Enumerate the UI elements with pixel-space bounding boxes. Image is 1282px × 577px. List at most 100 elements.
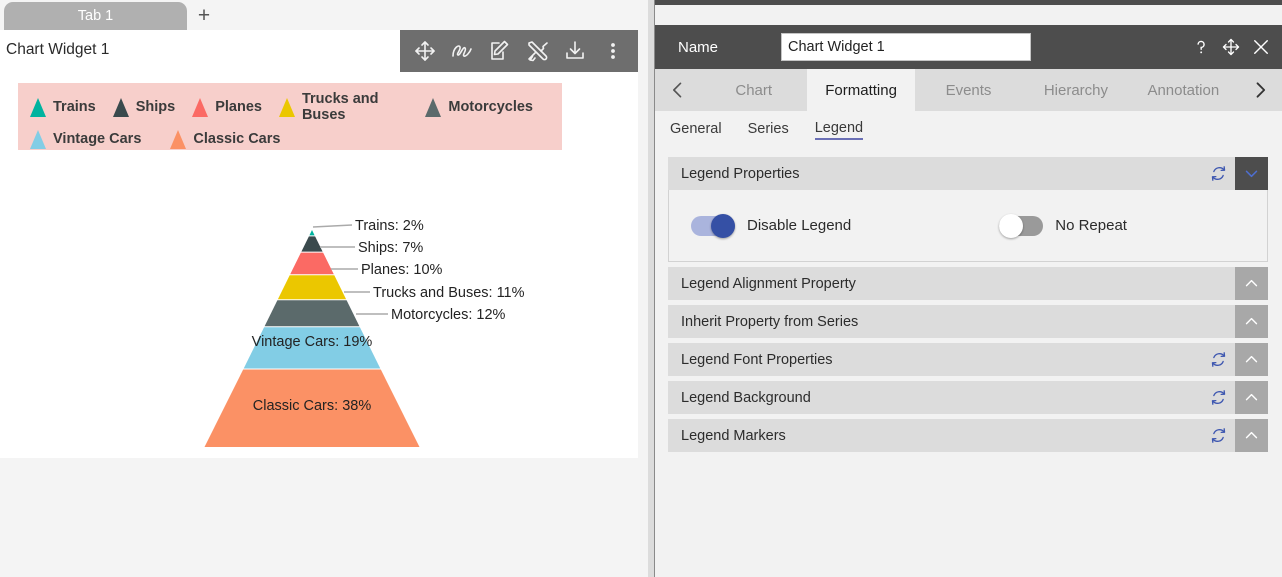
toggle-label: No Repeat bbox=[1055, 217, 1127, 234]
panel-tabs: Chart Formatting Events Hierarchy Annota… bbox=[655, 69, 1282, 111]
legend-row: Vintage Cars Classic Cars bbox=[30, 123, 550, 155]
chart-widget: Chart Widget 1 Trains Ships Planes Truck… bbox=[0, 30, 638, 458]
subtab-label: Legend bbox=[814, 120, 864, 136]
pyramid-slice-planes bbox=[290, 252, 334, 275]
legend-marker-icon bbox=[112, 97, 129, 117]
section-header-legend-font-properties[interactable]: Legend Font Properties bbox=[668, 343, 1268, 376]
section-actions bbox=[1201, 157, 1268, 190]
section-actions bbox=[1201, 419, 1268, 452]
refresh-icon[interactable] bbox=[1201, 157, 1235, 190]
tabs-prev-button[interactable] bbox=[655, 69, 700, 111]
slice-label-trains: Trains: 2% bbox=[355, 218, 424, 234]
section-header-legend-alignment-property[interactable]: Legend Alignment Property bbox=[668, 267, 1268, 300]
tab-formatting[interactable]: Formatting bbox=[807, 69, 915, 111]
toggle-knob bbox=[999, 213, 1024, 238]
subtab-series[interactable]: Series bbox=[748, 121, 789, 139]
section-actions bbox=[1201, 381, 1268, 414]
tab-label: Hierarchy bbox=[1043, 81, 1109, 99]
tab-label: Events bbox=[945, 81, 992, 99]
legend-item-label: Trucks and Buses bbox=[301, 91, 379, 123]
subtab-general[interactable]: General bbox=[670, 121, 722, 139]
tab-hierarchy[interactable]: Hierarchy bbox=[1022, 69, 1129, 111]
legend-item-ships[interactable]: Ships bbox=[112, 97, 176, 117]
subtab-label: General bbox=[670, 121, 722, 137]
tab-events[interactable]: Events bbox=[915, 69, 1022, 111]
section-header-legend-properties[interactable]: Legend Properties bbox=[668, 157, 1268, 190]
panel-top-bar bbox=[655, 0, 1282, 5]
more-vertical-icon[interactable] bbox=[598, 36, 628, 66]
section-header-legend-background[interactable]: Legend Background bbox=[668, 381, 1268, 414]
tab-label: Tab 1 bbox=[77, 8, 114, 24]
widget-title: Chart Widget 1 bbox=[6, 41, 110, 58]
widget-header: Chart Widget 1 bbox=[0, 30, 638, 72]
legend-item-classic-cars[interactable]: Classic Cars bbox=[170, 129, 281, 149]
slice-label-trucks-and-buses: Trucks and Buses: 11% bbox=[373, 285, 525, 301]
scribble-icon[interactable] bbox=[447, 36, 477, 66]
legend-item-label: Classic Cars bbox=[193, 131, 281, 147]
legend-item-trains[interactable]: Trains bbox=[30, 97, 96, 117]
legend-item-label: Planes bbox=[215, 99, 262, 115]
legend-item-motorcycles[interactable]: Motorcycles bbox=[425, 97, 533, 117]
pyramid-slice-motorcycles bbox=[264, 300, 360, 327]
edit-icon[interactable] bbox=[485, 36, 515, 66]
legend-item-trucks-and-buses[interactable]: Trucks and Buses bbox=[278, 91, 408, 123]
legend-marker-icon bbox=[192, 97, 209, 117]
tab-tab-1[interactable]: Tab 1 bbox=[4, 2, 187, 32]
section-header-legend-markers[interactable]: Legend Markers bbox=[668, 419, 1268, 452]
legend-marker-icon bbox=[425, 97, 442, 117]
move-icon[interactable] bbox=[410, 36, 440, 66]
expand-toggle-legend-font-properties[interactable] bbox=[1235, 343, 1268, 376]
move-icon[interactable] bbox=[1219, 36, 1242, 59]
legend-item-label: Motorcycles bbox=[448, 99, 533, 115]
tab-label: Chart bbox=[735, 81, 773, 99]
add-tab-button[interactable]: + bbox=[193, 4, 215, 26]
chart-legend: Trains Ships Planes Trucks and Buses Mot… bbox=[18, 83, 562, 150]
toggle-knob bbox=[711, 213, 735, 238]
pane-divider[interactable] bbox=[648, 0, 655, 577]
properties-panel: Name Chart Widget 1 Chart Formatting Eve… bbox=[655, 0, 1282, 577]
pyramid-chart[interactable]: Trains: 2% Ships: 7% Planes: 10% Trucks … bbox=[0, 180, 638, 458]
section-header-inherit-property-from-series[interactable]: Inherit Property from Series bbox=[668, 305, 1268, 338]
legend-item-label: Trains bbox=[53, 99, 96, 115]
collapse-toggle-legend-properties[interactable] bbox=[1235, 157, 1268, 190]
toggle-no-repeat[interactable] bbox=[999, 213, 1044, 238]
refresh-icon[interactable] bbox=[1201, 419, 1235, 452]
section-body-legend-properties: Disable Legend No Repeat bbox=[668, 190, 1268, 262]
section-title: Legend Alignment Property bbox=[681, 275, 856, 292]
close-icon[interactable] bbox=[1249, 36, 1272, 59]
legend-item-label: Ships bbox=[135, 99, 176, 115]
expand-toggle-legend-markers[interactable] bbox=[1235, 419, 1268, 452]
subtab-legend[interactable]: Legend bbox=[814, 120, 864, 140]
expand-toggle-inherit-property-from-series[interactable] bbox=[1235, 305, 1268, 338]
toggle-disable-legend[interactable] bbox=[691, 213, 735, 238]
refresh-icon[interactable] bbox=[1201, 343, 1235, 376]
tools-icon[interactable] bbox=[523, 36, 553, 66]
expand-toggle-legend-alignment-property[interactable] bbox=[1235, 267, 1268, 300]
legend-item-vintage-cars[interactable]: Vintage Cars bbox=[30, 129, 141, 149]
tab-annotation[interactable]: Annotation bbox=[1130, 69, 1237, 111]
tabs-next-button[interactable] bbox=[1237, 69, 1282, 111]
leader-line bbox=[312, 224, 353, 228]
section-title: Inherit Property from Series bbox=[681, 313, 859, 330]
refresh-icon[interactable] bbox=[1201, 381, 1235, 414]
expand-toggle-legend-background[interactable] bbox=[1235, 381, 1268, 414]
panel-header-actions bbox=[1189, 25, 1272, 69]
slice-label-classic-cars: Classic Cars: 38% bbox=[253, 398, 372, 414]
legend-marker-icon bbox=[170, 129, 187, 149]
pyramid-slice-ships bbox=[301, 236, 323, 252]
tab-strip: Tab 1 + bbox=[0, 0, 655, 32]
download-icon[interactable] bbox=[560, 36, 590, 66]
slice-label-planes: Planes: 10% bbox=[361, 262, 443, 278]
slice-label-vintage-cars: Vintage Cars: 19% bbox=[252, 334, 373, 350]
help-icon[interactable] bbox=[1189, 36, 1212, 59]
legend-marker-icon bbox=[278, 97, 295, 117]
tab-chart[interactable]: Chart bbox=[700, 69, 807, 111]
legend-row: Trains Ships Planes Trucks and Buses Mot… bbox=[30, 91, 550, 123]
section-title: Legend Markers bbox=[681, 427, 786, 444]
name-input[interactable] bbox=[781, 33, 1031, 61]
section-title: Legend Font Properties bbox=[681, 351, 833, 368]
pyramid-slice-trucks-and-buses bbox=[277, 275, 347, 300]
widget-toolbar bbox=[400, 30, 638, 72]
subtab-label: Series bbox=[747, 121, 789, 137]
legend-item-planes[interactable]: Planes bbox=[192, 97, 262, 117]
